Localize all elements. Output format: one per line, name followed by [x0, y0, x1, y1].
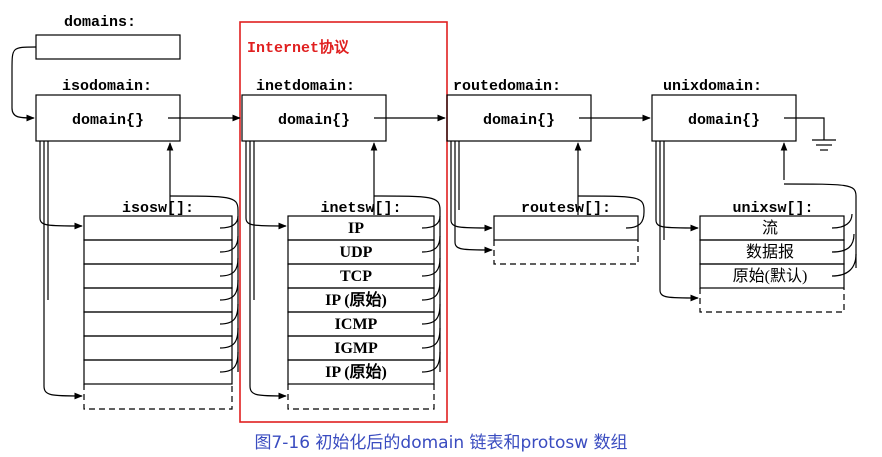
inetsw-entry: ICMP [335, 316, 378, 333]
isosw-arrows [39, 141, 174, 400]
internet-label: Internet协议 [247, 38, 350, 57]
inetdomain-label: inetdomain: [256, 78, 355, 95]
isosw-backpointers [169, 195, 239, 373]
unixsw-backpointers [783, 183, 857, 277]
unixdomain-struct-label: domain{} [688, 112, 760, 129]
routedomain-struct-label: domain{} [483, 112, 555, 129]
routesw-array [493, 215, 639, 265]
unixsw-entry: 数据报 [746, 243, 794, 261]
unixdomain-label: unixdomain: [663, 78, 762, 95]
routedomain-label: routedomain: [453, 78, 561, 95]
domains-to-iso-arrow [11, 46, 37, 122]
inetsw-entry: UDP [340, 244, 373, 261]
isosw-label: isosw[]: [122, 200, 194, 217]
isosw-array [83, 215, 233, 410]
routesw-arrows [450, 141, 645, 254]
figure-caption: 图7-16 初始化后的domain 链表和protosw 数组 [254, 433, 628, 453]
inetsw-entry: IP (原始) [325, 290, 387, 309]
inetsw-backpointers [373, 195, 441, 373]
unixsw-entry: 原始(默认) [733, 267, 808, 285]
routesw-label: routesw[]: [521, 200, 611, 217]
isodomain-label: isodomain: [62, 78, 152, 95]
inetsw-entry: IP [348, 220, 364, 237]
inetsw-entry: IGMP [334, 340, 378, 357]
domains-pointer-box [35, 34, 181, 60]
inetsw-entry: IP (原始) [325, 362, 387, 381]
unixsw-entry: 流 [762, 219, 778, 237]
inetsw-entry: TCP [340, 268, 372, 285]
inetdomain-struct-label: domain{} [278, 112, 350, 129]
null-ground-icon [784, 117, 836, 151]
unixsw-label: unixsw[]: [732, 200, 813, 217]
domains-label: domains: [64, 14, 136, 31]
inetsw-label: inetsw[]: [320, 200, 401, 217]
isodomain-struct-label: domain{} [72, 112, 144, 129]
domain-diagram: domains: Internet协议 isodomain: inetdomai… [11, 14, 857, 423]
